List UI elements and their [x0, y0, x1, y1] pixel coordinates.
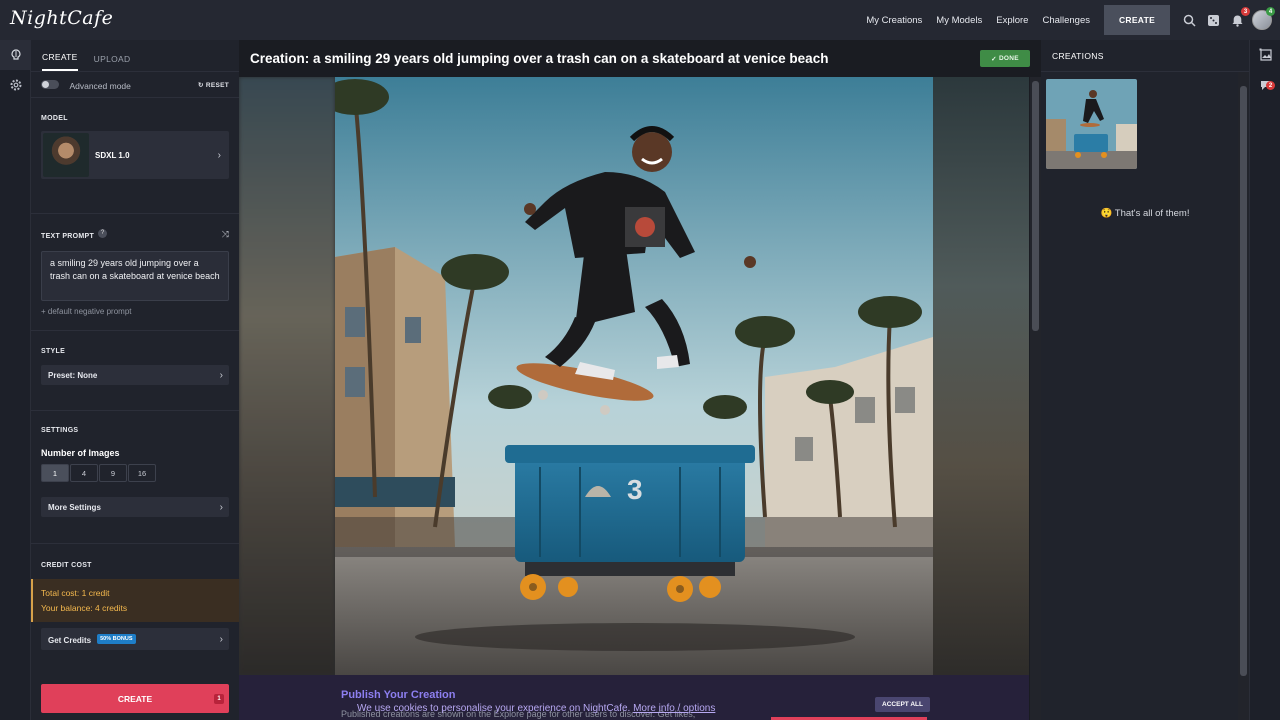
get-credits-label: Get Credits [48, 636, 92, 645]
model-section: MODEL SDXL 1.0 › [31, 98, 239, 214]
user-avatar[interactable]: 4 [1252, 7, 1275, 30]
status-badge: ✓ DONE [980, 50, 1030, 67]
nav-explore[interactable]: Explore [996, 15, 1028, 26]
model-selector[interactable]: SDXL 1.0 › [41, 131, 229, 179]
avatar-badge: 4 [1266, 7, 1275, 16]
creation-view: Creation: a smiling 29 years old jumping… [239, 40, 1041, 720]
model-thumbnail [43, 133, 89, 177]
total-cost: Total cost: 1 credit [41, 588, 110, 598]
right-rail: 2 [1249, 40, 1280, 720]
num-images-1[interactable]: 1 [41, 464, 69, 482]
image-blur-right [933, 77, 1029, 675]
create-button[interactable]: CREATE 1 [41, 684, 229, 713]
your-balance: Your balance: 4 credits [41, 603, 128, 613]
nightcafe-logo[interactable]: NightCafe [10, 7, 113, 29]
cookie-text-wrap: We use cookies to personalise your exper… [357, 703, 715, 714]
num-images-16[interactable]: 16 [128, 464, 156, 482]
reset-button[interactable]: ↻ RESET [198, 81, 229, 89]
chevron-right-icon: › [219, 501, 223, 513]
search-icon[interactable] [1180, 11, 1198, 29]
credit-cost-title: CREDIT COST [41, 562, 92, 569]
creations-panel: CREATIONS 😲 That's all of them! [1041, 40, 1249, 720]
top-create-button[interactable]: CREATE [1104, 5, 1170, 35]
chevron-right-icon: › [219, 369, 223, 381]
top-bar: NightCafe My Creations My Models Explore… [0, 0, 1280, 40]
creation-title: Creation: a smiling 29 years old jumping… [250, 51, 829, 66]
more-settings-button[interactable]: More Settings › [41, 497, 229, 517]
style-preset-dropdown[interactable]: Preset: None › [41, 365, 229, 385]
left-rail [0, 40, 31, 720]
status-label: DONE [998, 55, 1019, 62]
prompt-section: TEXT PROMPT? ⤨ a smiling 29 years old ju… [31, 214, 239, 331]
nav-challenges[interactable]: Challenges [1042, 15, 1090, 26]
nav-my-creations[interactable]: My Creations [866, 15, 922, 26]
nav-my-models[interactable]: My Models [936, 15, 982, 26]
bell-icon[interactable]: 3 [1228, 7, 1250, 29]
negative-prompt-link[interactable]: + default negative prompt [41, 307, 229, 316]
dice-icon[interactable] [1204, 11, 1222, 29]
creation-title-bar: Creation: a smiling 29 years old jumping… [239, 40, 1041, 77]
image-viewer: 3 [239, 77, 1029, 675]
chevron-right-icon: › [219, 633, 223, 645]
model-name: SDXL 1.0 [95, 150, 130, 160]
style-title: STYLE [41, 348, 66, 355]
creation-thumbnail[interactable] [1046, 79, 1137, 169]
notification-badge: 3 [1241, 7, 1250, 16]
settings-title: SETTINGS [41, 427, 79, 434]
bin-number: 3 [627, 474, 643, 505]
more-settings-label: More Settings [48, 502, 101, 512]
num-images-4[interactable]: 4 [70, 464, 98, 482]
settings-section: SETTINGS Number of Images 1 4 9 16 More … [31, 411, 239, 544]
cookie-more-info-link[interactable]: More info / options [633, 703, 715, 714]
creations-scrollbar-thumb[interactable] [1240, 86, 1247, 676]
create-tabs: CREATE UPLOAD [31, 40, 239, 72]
help-icon[interactable]: ? [98, 229, 108, 239]
prompt-title: TEXT PROMPT [41, 233, 95, 240]
advanced-mode-row: Advanced mode ↻ RESET [31, 72, 239, 98]
image-scrollbar[interactable] [1030, 77, 1041, 720]
top-nav: My Creations My Models Explore Challenge… [866, 0, 1280, 40]
brain-icon[interactable] [0, 40, 31, 70]
tab-create[interactable]: CREATE [42, 52, 78, 71]
chevron-right-icon: › [217, 149, 221, 161]
num-images-9[interactable]: 9 [99, 464, 127, 482]
number-of-images-selector: 1 4 9 16 [41, 464, 229, 482]
image-blur-left [239, 77, 335, 675]
cookie-message: We use cookies to personalise your exper… [357, 703, 631, 714]
shuffle-icon[interactable]: ⤨ [222, 229, 229, 240]
advanced-mode-label: Advanced mode [69, 80, 131, 91]
accept-all-button[interactable]: ACCEPT ALL [875, 697, 930, 712]
number-of-images-label: Number of Images [41, 448, 120, 458]
tab-upload[interactable]: UPLOAD [94, 54, 131, 71]
create-button-label: CREATE [117, 693, 153, 704]
creations-title: CREATIONS [1041, 40, 1249, 72]
create-credit-count: 1 [214, 694, 224, 704]
comments-badge: 2 [1266, 81, 1275, 90]
get-credits-button[interactable]: Get Credits 50% BONUS › [41, 628, 229, 650]
gear-icon[interactable] [0, 70, 31, 100]
gallery-icon[interactable] [1250, 40, 1280, 70]
advanced-mode-toggle[interactable] [41, 79, 59, 89]
end-of-list-message: 😲 That's all of them! [1100, 208, 1190, 219]
model-title: MODEL [41, 115, 68, 122]
image-scrollbar-thumb[interactable] [1032, 81, 1039, 331]
comments-icon[interactable]: 2 [1250, 70, 1280, 100]
style-section: STYLE Preset: None › [31, 331, 239, 411]
style-preset-value: Preset: None [48, 370, 98, 380]
reset-label: RESET [205, 81, 229, 89]
create-panel: CREATE UPLOAD Advanced mode ↻ RESET MODE… [31, 40, 239, 720]
bonus-badge: 50% BONUS [97, 633, 136, 644]
generated-image[interactable]: 3 [335, 77, 933, 675]
credit-cost-box: Total cost: 1 credit Your balance: 4 cre… [31, 579, 239, 622]
credit-section: CREDIT COST Total cost: 1 credit Your ba… [31, 544, 239, 684]
prompt-input[interactable]: a smiling 29 years old jumping over a tr… [41, 251, 229, 301]
creations-scrollbar[interactable] [1238, 72, 1249, 720]
